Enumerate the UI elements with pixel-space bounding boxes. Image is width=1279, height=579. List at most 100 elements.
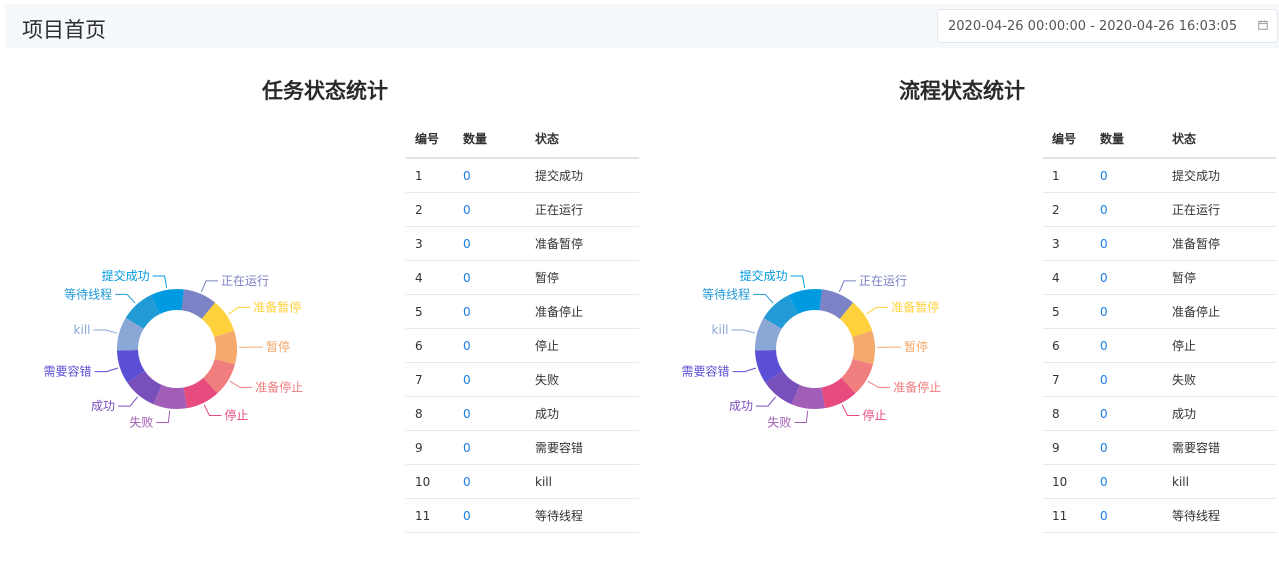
table-row: 9 0 需要容错 [1043, 430, 1276, 465]
row-count[interactable]: 0 [1091, 294, 1163, 329]
row-id: 8 [406, 396, 454, 431]
label-leader-line [115, 293, 136, 304]
date-range-picker[interactable]: 2020-04-26 00:00:00 - 2020-04-26 16:03:0… [937, 9, 1278, 43]
slice-label: 成功 [729, 399, 753, 413]
slice-label: 需要容错 [44, 364, 92, 379]
label-leader-line [94, 367, 119, 373]
row-id: 3 [1043, 226, 1091, 261]
slice-label: kill [712, 323, 729, 337]
row-id: 7 [1043, 362, 1091, 397]
header-status: 状态 [526, 119, 639, 159]
slice-label: 准备暂停 [891, 299, 939, 314]
row-status: 失败 [1163, 362, 1276, 397]
row-status: 需要容错 [526, 430, 639, 465]
row-status: kill [1163, 464, 1276, 499]
table-row: 8 0 成功 [1043, 396, 1276, 431]
row-status: 提交成功 [526, 158, 639, 193]
label-leader-line [229, 380, 253, 388]
row-count[interactable]: 0 [1091, 430, 1163, 465]
label-leader-line [731, 329, 756, 334]
row-count[interactable]: 0 [454, 226, 526, 261]
label-leader-line [200, 280, 219, 293]
header-count: 数量 [1091, 119, 1163, 159]
row-count[interactable]: 0 [1091, 192, 1163, 227]
row-status: 停止 [1163, 328, 1276, 363]
task-section-title: 任务状态统计 [262, 79, 388, 103]
table-row: 5 0 准备停止 [1043, 294, 1276, 329]
row-id: 1 [406, 158, 454, 193]
slice-label: 正在运行 [859, 274, 907, 288]
row-count[interactable]: 0 [454, 396, 526, 431]
table-row: 6 0 停止 [1043, 328, 1276, 363]
page-title: 项目首页 [22, 18, 106, 42]
header-id: 编号 [406, 119, 454, 159]
row-id: 5 [1043, 294, 1091, 329]
table-row: 7 0 失败 [406, 362, 639, 397]
table-row: 10 0 kill [406, 464, 639, 499]
row-count[interactable]: 0 [454, 260, 526, 295]
table-row: 10 0 kill [1043, 464, 1276, 499]
row-id: 8 [1043, 396, 1091, 431]
slice-label: 准备停止 [893, 379, 941, 394]
row-count[interactable]: 0 [454, 464, 526, 499]
slice-label: 需要容错 [682, 364, 730, 379]
row-count[interactable]: 0 [1091, 498, 1163, 533]
row-count[interactable]: 0 [1091, 260, 1163, 295]
row-count[interactable]: 0 [454, 430, 526, 465]
table-row: 7 0 失败 [1043, 362, 1276, 397]
row-id: 2 [406, 192, 454, 227]
table-row: 1 0 提交成功 [406, 158, 639, 193]
row-count[interactable]: 0 [454, 294, 526, 329]
task-status-table: 编号 数量 状态 1 0 提交成功 2 0 正在运行 3 0 准备暂停 4 0 暂停 5 0 准备停止 6 0 停… [406, 119, 639, 533]
row-count[interactable]: 0 [454, 192, 526, 227]
table-row: 3 0 准备暂停 [1043, 226, 1276, 261]
calendar-icon[interactable] [1258, 20, 1268, 30]
label-leader-line [152, 275, 168, 288]
label-leader-line [93, 329, 118, 334]
slice-label: kill [74, 323, 91, 337]
slice-label: 成功 [91, 399, 115, 413]
header-count: 数量 [454, 119, 526, 159]
row-count[interactable]: 0 [1091, 328, 1163, 363]
row-id: 10 [406, 464, 454, 499]
row-id: 7 [406, 362, 454, 397]
label-leader-line [203, 404, 222, 417]
slice-label: 等待线程 [702, 286, 750, 301]
process-section-title: 流程状态统计 [899, 79, 1025, 103]
row-id: 5 [406, 294, 454, 329]
row-count[interactable]: 0 [1091, 226, 1163, 261]
row-count[interactable]: 0 [1091, 362, 1163, 397]
slice-label: 提交成功 [740, 268, 788, 283]
table-row: 6 0 停止 [406, 328, 639, 363]
row-status: 等待线程 [526, 498, 639, 533]
row-count[interactable]: 0 [1091, 396, 1163, 431]
row-id: 6 [1043, 328, 1091, 363]
table-header-row: 编号 数量 状态 [406, 119, 639, 159]
row-status: 成功 [1163, 396, 1276, 431]
table-row: 4 0 暂停 [1043, 260, 1276, 295]
row-count[interactable]: 0 [1091, 158, 1163, 193]
row-id: 4 [406, 260, 454, 295]
row-status: 停止 [526, 328, 639, 363]
label-leader-line [755, 396, 776, 407]
row-count[interactable]: 0 [454, 158, 526, 193]
row-status: 准备暂停 [526, 226, 639, 261]
row-count[interactable]: 0 [454, 328, 526, 363]
slice-label: 等待线程 [64, 286, 112, 301]
row-count[interactable]: 0 [1091, 464, 1163, 499]
label-leader-line [867, 380, 891, 388]
row-id: 11 [1043, 498, 1091, 533]
row-count[interactable]: 0 [454, 498, 526, 533]
table-row: 3 0 准备暂停 [406, 226, 639, 261]
row-id: 1 [1043, 158, 1091, 193]
date-range-text: 2020-04-26 00:00:00 - 2020-04-26 16:03:0… [948, 19, 1238, 34]
row-id: 6 [406, 328, 454, 363]
row-status: 准备停止 [1163, 294, 1276, 329]
slice-label: 准备暂停 [253, 299, 301, 314]
row-status: 准备停止 [526, 294, 639, 329]
row-count[interactable]: 0 [454, 362, 526, 397]
row-status: 成功 [526, 396, 639, 431]
row-id: 2 [1043, 192, 1091, 227]
header-bar: 项目首页 2020-04-26 00:00:00 - 2020-04-26 16… [5, 4, 1279, 48]
table-row: 2 0 正在运行 [406, 192, 639, 227]
